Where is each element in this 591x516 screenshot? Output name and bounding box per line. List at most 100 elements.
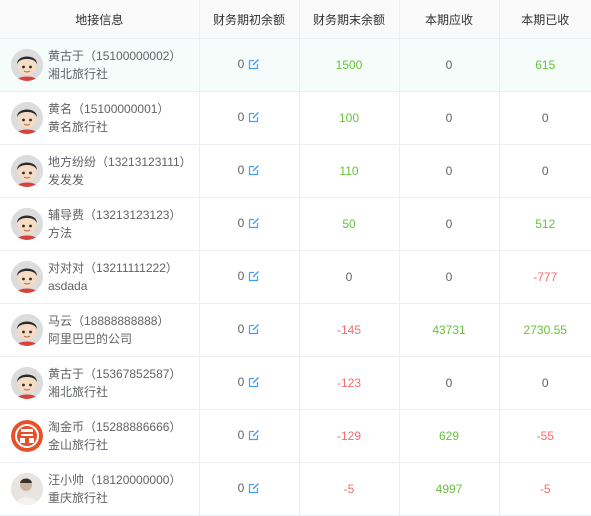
agent-name: 淘金币 [48,420,85,434]
opening-balance-value: 0 [237,110,245,124]
closing-balance-value: -5 [343,482,355,496]
edit-icon[interactable] [248,58,260,73]
agent-name: 马云 [48,314,73,328]
agent-phone: （18120000000） [84,473,182,487]
closing-balance-cell: 110 [299,144,400,198]
agent-info-cell: 黄古于（15100000002） 湘北旅行社 [0,38,200,92]
received-cell: 0 [499,91,591,145]
closing-balance-cell: 50 [299,197,400,251]
receivable-value: 0 [445,164,453,178]
received-cell: 615 [499,38,591,92]
receivable-cell: 0 [399,144,500,198]
opening-balance-cell: 0 [199,409,300,463]
receivable-value: 4997 [435,482,463,496]
agent-name: 黄名 [48,102,73,116]
agent-phone: （13213123111） [96,155,192,169]
edit-icon[interactable] [248,217,260,232]
closing-balance-cell: 100 [299,91,400,145]
closing-balance-value: 50 [342,217,356,231]
edit-icon[interactable] [248,164,260,179]
closing-balance-value: 1500 [335,58,363,72]
closing-balance-cell: 1500 [299,38,400,92]
opening-balance-cell: 0 [199,250,300,304]
agent-phone: （13211111222） [84,261,178,275]
avatar [11,420,43,452]
receivable-cell: 0 [399,38,500,92]
opening-balance-cell: 0 [199,197,300,251]
receivable-cell: 0 [399,197,500,251]
agent-company: 方法 [48,226,73,240]
receivable-value: 0 [445,217,453,231]
table-row: 地方纷纷（13213123111） 发发发 0 110 0 0 [0,144,591,198]
receivable-cell: 43731 [399,303,500,357]
edit-icon[interactable] [248,429,260,444]
received-cell: -5 [499,462,591,516]
received-value: -55 [536,429,554,443]
edit-icon[interactable] [248,111,260,126]
avatar [11,208,43,240]
table-row: 黄古于（15100000002） 湘北旅行社 0 1500 0 615 [0,38,591,92]
opening-balance-value: 0 [237,481,245,495]
header-closing-balance[interactable]: 财务期末余额 [299,0,400,39]
edit-icon[interactable] [248,482,260,497]
agent-info-cell: 黄古于（15367852587） 湘北旅行社 [0,356,200,410]
opening-balance-cell: 0 [199,356,300,410]
receivable-value: 43731 [432,323,466,337]
receivable-cell: 629 [399,409,500,463]
closing-balance-cell: -129 [299,409,400,463]
agent-name: 黄古于 [48,367,85,381]
closing-balance-cell: 0 [299,250,400,304]
closing-balance-cell: -5 [299,462,400,516]
agent-phone: （15367852587） [84,367,182,381]
header-received[interactable]: 本期已收 [499,0,591,39]
opening-balance-value: 0 [237,322,245,336]
agent-name: 黄古于 [48,49,85,63]
avatar [11,367,43,399]
receivable-cell: 0 [399,356,500,410]
agent-company: 重庆旅行社 [48,491,109,505]
edit-icon[interactable] [248,323,260,338]
table-row: 黄古于（15367852587） 湘北旅行社 0 -123 0 0 [0,356,591,410]
received-value: 512 [535,217,556,231]
received-value: 615 [535,58,556,72]
agent-company: 湘北旅行社 [48,67,109,81]
closing-balance-value: -123 [336,376,362,390]
header-receivable[interactable]: 本期应收 [399,0,500,39]
closing-balance-value: 110 [339,164,359,178]
received-value: -5 [539,482,551,496]
agent-info-cell: 黄名（15100000001） 黄名旅行社 [0,91,200,145]
agent-name: 对对对 [48,261,85,275]
received-cell: -777 [499,250,591,304]
received-value: 0 [541,376,549,390]
header-opening-balance[interactable]: 财务期初余额 [199,0,300,39]
finance-table: 地接信息 财务期初余额 财务期末余额 本期应收 本期已收 黄古于（1510000… [0,0,591,516]
received-value: 0 [541,111,549,125]
received-value: 2730.55 [523,323,567,337]
agent-name: 辅导费 [48,208,85,222]
agent-phone: （15100000001） [72,102,170,116]
edit-icon[interactable] [248,376,260,391]
avatar [11,473,43,505]
agent-phone: （15288886666） [84,420,182,434]
edit-icon[interactable] [248,270,260,285]
agent-info-cell: 汪小帅（18120000000） 重庆旅行社 [0,462,200,516]
agent-info-cell: 淘金币（15288886666） 金山旅行社 [0,409,200,463]
table-row: 淘金币（15288886666） 金山旅行社 0 -129 629 -55 [0,409,591,463]
table-row: 马云（18888888888） 阿里巴巴的公司 0 -145 43731 2730.55 [0,303,591,357]
opening-balance-value: 0 [237,57,245,71]
agent-company: 发发发 [48,173,85,187]
receivable-value: 629 [438,429,460,443]
opening-balance-value: 0 [237,216,245,230]
closing-balance-value: -129 [336,429,362,443]
agent-info-cell: 辅导费（13213123123） 方法 [0,197,200,251]
agent-company: 阿里巴巴的公司 [48,332,133,346]
receivable-value: 0 [445,111,453,125]
header-agent-info[interactable]: 地接信息 [0,0,200,39]
opening-balance-cell: 0 [199,91,300,145]
agent-phone: （13213123123） [84,208,182,222]
avatar [11,314,43,346]
opening-balance-value: 0 [237,163,245,177]
opening-balance-cell: 0 [199,303,300,357]
closing-balance-cell: -145 [299,303,400,357]
table-row: 汪小帅（18120000000） 重庆旅行社 0 -5 4997 -5 [0,462,591,516]
